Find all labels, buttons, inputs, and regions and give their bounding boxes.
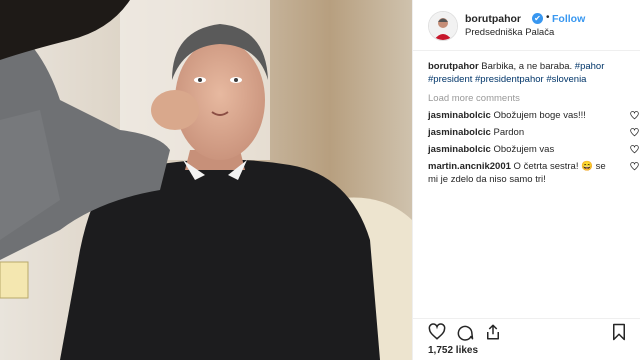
post-photo[interactable] xyxy=(0,0,412,360)
heart-icon[interactable] xyxy=(428,323,446,341)
comment-item: martin.ancnik2001 O četrta sestra! 😄 se … xyxy=(428,160,639,186)
comment-text: Pardon xyxy=(490,127,525,138)
comment-username[interactable]: martin.ancnik2001 xyxy=(428,161,511,172)
action-bar xyxy=(413,318,640,341)
instagram-post: borutpahor ✔ • Follow Predsedniška Palač… xyxy=(0,0,640,360)
comment-username[interactable]: jasminabolcic xyxy=(428,144,491,155)
comments-section: borutpahor Barbika, a ne baraba. #pahor … xyxy=(428,60,639,186)
comment-text: Obožujem vas xyxy=(490,144,555,155)
comment-item: jasminabolcic Obožujem boge vas!!! xyxy=(428,109,639,122)
hashtag-president[interactable]: #president xyxy=(428,74,472,85)
comment-text: Obožujem boge vas!!! xyxy=(490,110,586,121)
caption: borutpahor Barbika, a ne baraba. #pahor … xyxy=(428,60,633,86)
post-side-panel: borutpahor ✔ • Follow Predsedniška Palač… xyxy=(412,0,640,360)
separator-dot: • xyxy=(546,12,550,23)
comment-item: jasminabolcic Obožujem vas xyxy=(428,143,639,156)
likes-count[interactable]: 1,752 likes xyxy=(428,345,478,356)
comment-heart-icon[interactable] xyxy=(630,111,639,120)
caption-text: Barbika, a ne baraba. xyxy=(478,61,575,72)
comment-item: jasminabolcic Pardon xyxy=(428,126,639,139)
hashtag-presidentpahor[interactable]: #presidentpahor xyxy=(475,74,544,85)
bookmark-icon[interactable] xyxy=(610,323,628,341)
location-link[interactable]: Predsedniška Palača xyxy=(465,27,554,38)
photo-illustration xyxy=(0,0,412,360)
hashtag-slovenia[interactable]: #slovenia xyxy=(546,74,586,85)
comment-username[interactable]: jasminabolcic xyxy=(428,127,491,138)
post-header: borutpahor ✔ • Follow Predsedniška Palač… xyxy=(413,0,640,51)
comment-heart-icon[interactable] xyxy=(630,128,639,137)
caption-username[interactable]: borutpahor xyxy=(428,61,479,72)
share-icon[interactable] xyxy=(484,323,502,341)
load-more-comments-button[interactable]: Load more comments xyxy=(428,92,633,105)
follow-button[interactable]: Follow xyxy=(552,13,585,25)
comment-heart-icon[interactable] xyxy=(630,145,639,154)
hashtag-pahor[interactable]: #pahor xyxy=(575,61,605,72)
comment-heart-icon[interactable] xyxy=(630,162,639,171)
verified-badge-icon: ✔ xyxy=(532,13,543,24)
avatar[interactable] xyxy=(428,11,458,41)
comment-username[interactable]: jasminabolcic xyxy=(428,110,491,121)
comment-icon[interactable] xyxy=(456,323,474,341)
avatar-image xyxy=(429,12,457,40)
header-username[interactable]: borutpahor xyxy=(465,13,521,25)
